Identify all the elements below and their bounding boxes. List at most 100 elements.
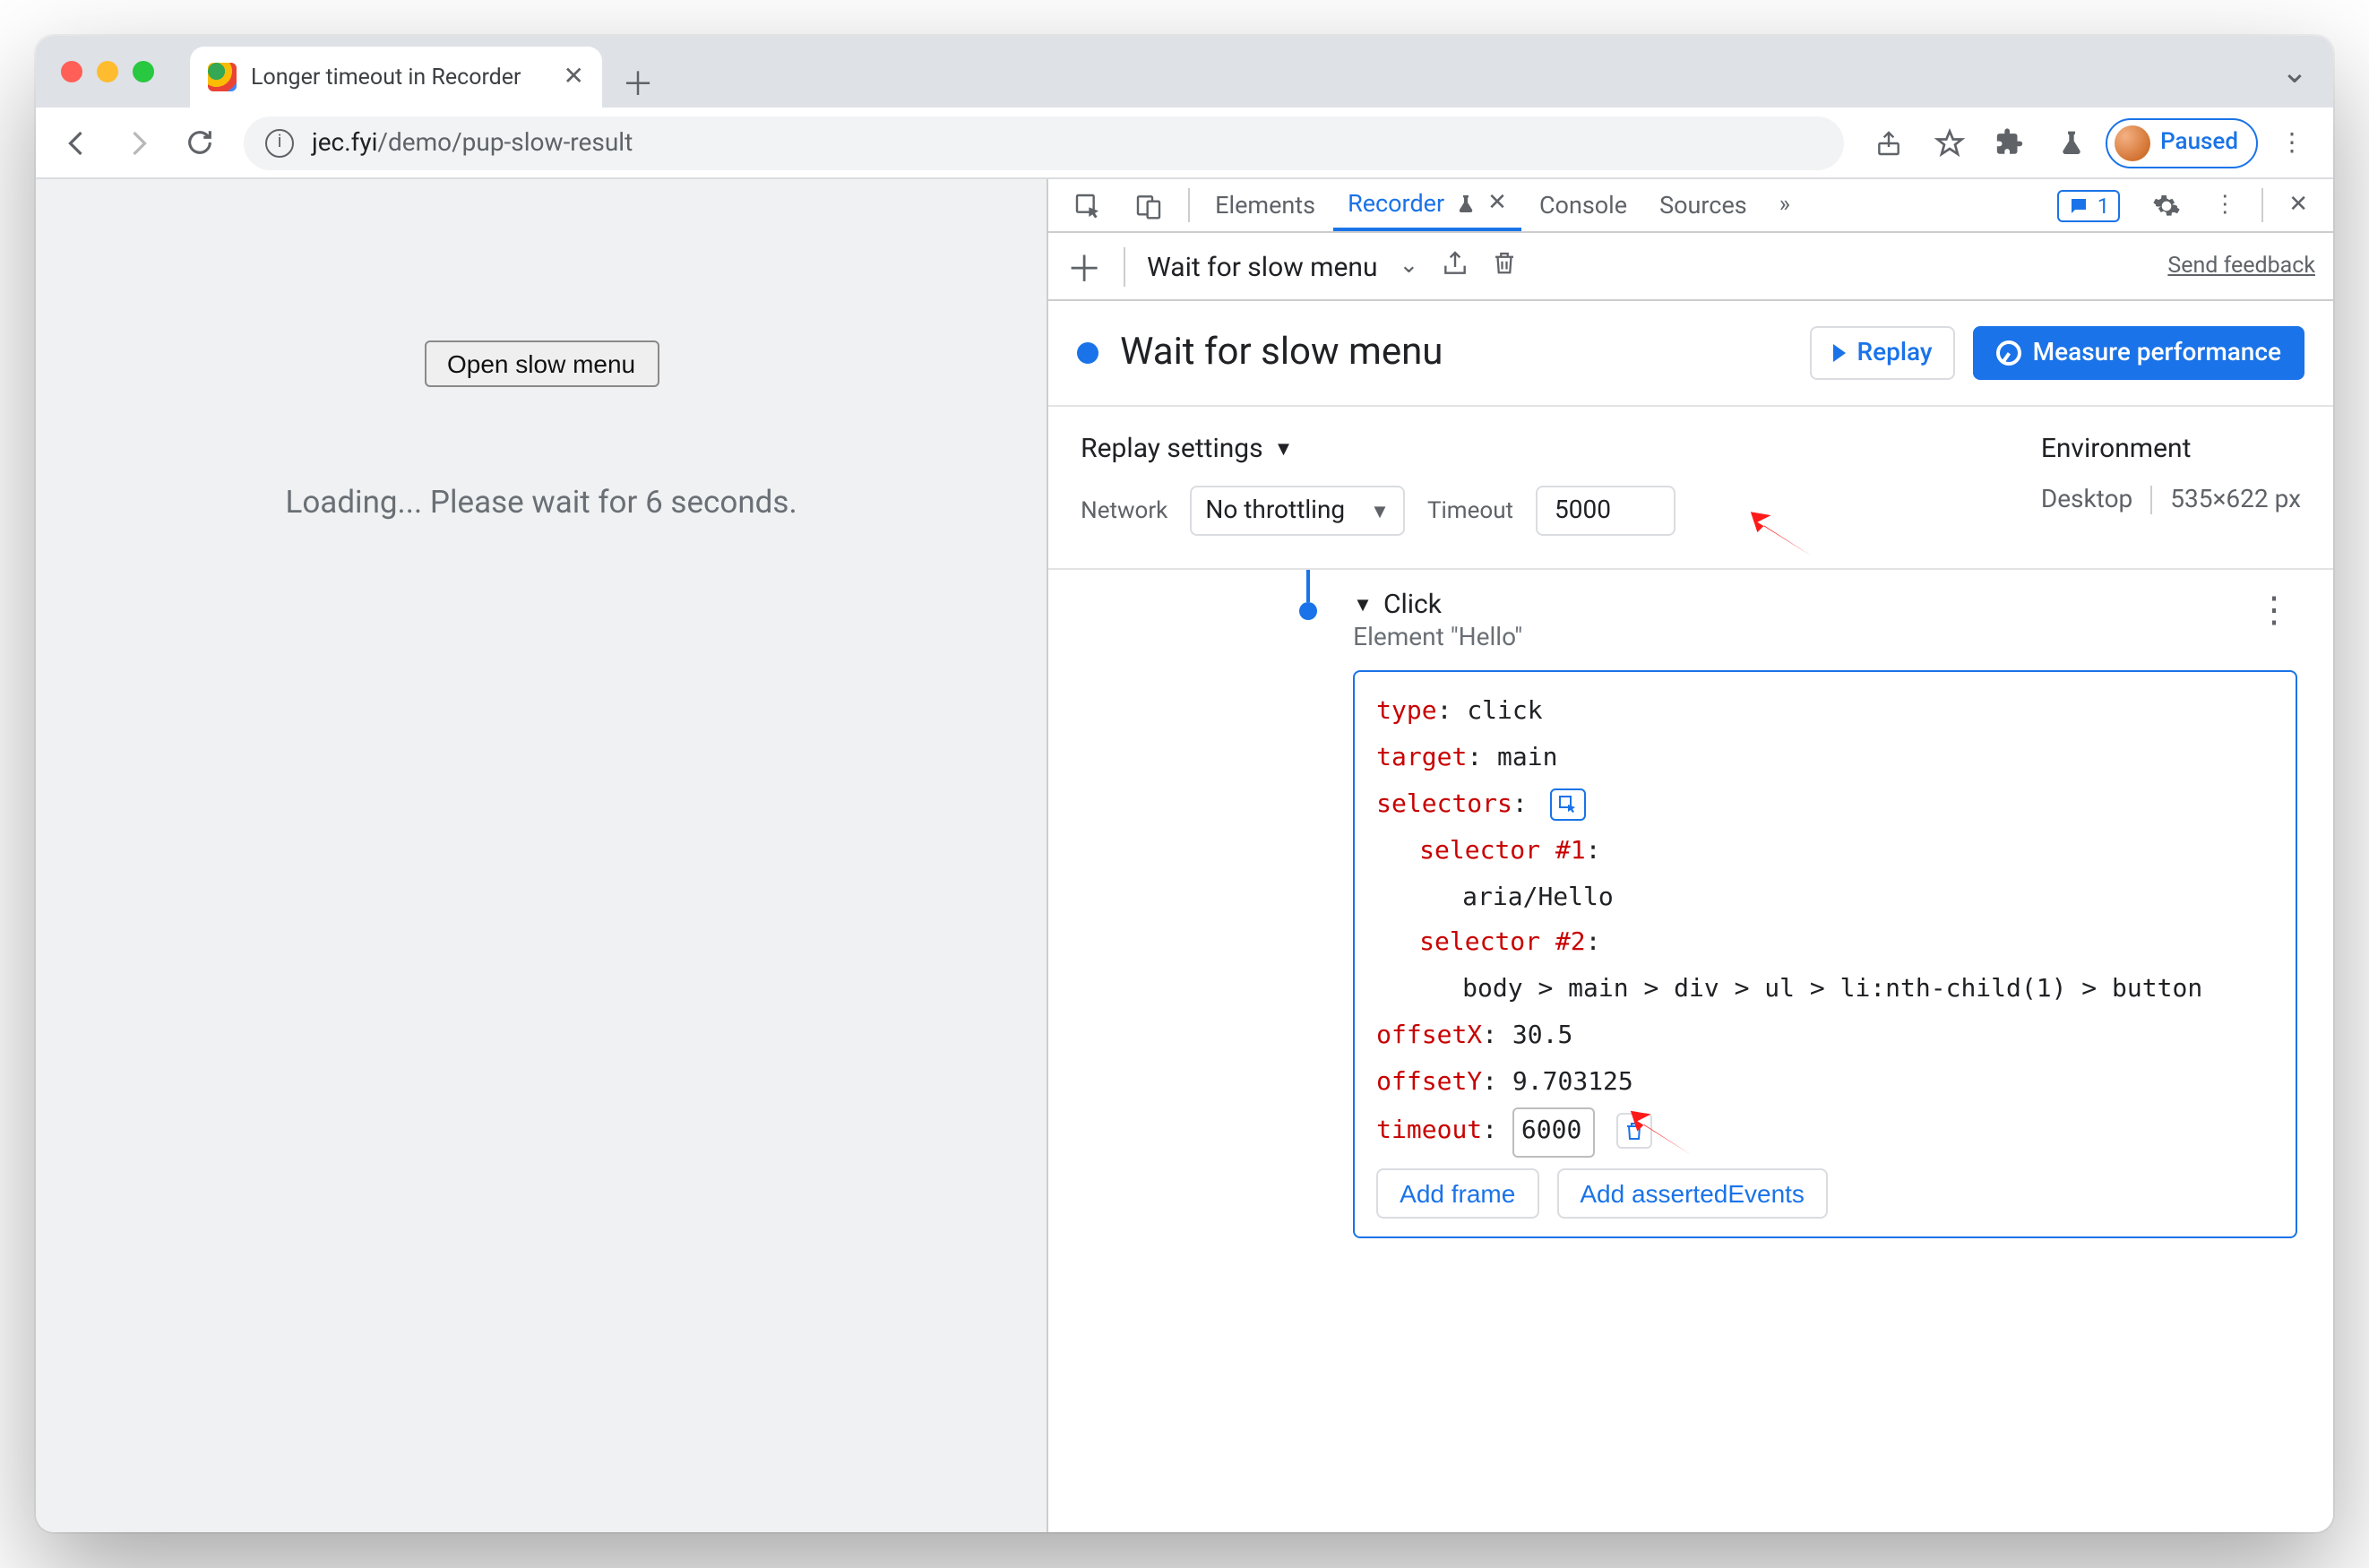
- step-kebab-icon[interactable]: ⋮: [2256, 588, 2294, 652]
- issue-icon: [2069, 194, 2090, 216]
- inspect-element-icon[interactable]: [1059, 179, 1116, 231]
- environment-title: Environment: [2041, 432, 2301, 464]
- back-button[interactable]: [50, 116, 104, 169]
- maximize-window[interactable]: [133, 61, 154, 82]
- prop-value[interactable]: 30.5: [1512, 1021, 1572, 1050]
- open-slow-menu-button[interactable]: Open slow menu: [424, 340, 659, 387]
- replay-label: Replay: [1857, 339, 1933, 367]
- step-editor: type: click target: main selectors: sele…: [1353, 670, 2297, 1238]
- prop-key: offsetY: [1376, 1068, 1482, 1097]
- add-recording-icon[interactable]: ＋: [1066, 240, 1102, 292]
- prop-value[interactable]: 9.703125: [1512, 1068, 1633, 1097]
- devtools-close-icon[interactable]: ✕: [2274, 179, 2322, 231]
- address-bar[interactable]: i jec.fyi/demo/pup-slow-result: [244, 116, 1843, 169]
- issue-count: 1: [2098, 193, 2110, 218]
- browser-tab[interactable]: Longer timeout in Recorder ✕: [190, 47, 602, 108]
- measure-performance-button[interactable]: Measure performance: [1974, 326, 2304, 380]
- loading-text: Loading... Please wait for 6 seconds.: [285, 486, 797, 521]
- tab-strip: Longer timeout in Recorder ✕ ＋ ⌄: [36, 36, 2333, 108]
- timeout-input[interactable]: [1535, 486, 1675, 536]
- step-title[interactable]: ▼ Click: [1353, 588, 1522, 620]
- selector-picker-icon[interactable]: [1550, 788, 1586, 821]
- prop-value[interactable]: aria/Hello: [1462, 883, 1614, 911]
- bookmark-star-icon[interactable]: [1922, 116, 1976, 169]
- timeline-line: [1306, 570, 1310, 602]
- prop-key: selectors: [1376, 790, 1512, 819]
- devtools-settings-icon[interactable]: [2138, 179, 2195, 231]
- env-size: 535×622 px: [2170, 486, 2301, 514]
- close-window[interactable]: [61, 61, 82, 82]
- flask-icon: [1455, 193, 1477, 214]
- delete-recording-icon[interactable]: [1490, 249, 1517, 283]
- delete-prop-icon[interactable]: [1617, 1113, 1653, 1149]
- kebab-menu-icon[interactable]: ⋮: [2265, 116, 2319, 169]
- env-device: Desktop: [2041, 486, 2132, 514]
- browser-toolbar: i jec.fyi/demo/pup-slow-result Paused ⋮: [36, 108, 2333, 179]
- reload-button[interactable]: [172, 116, 226, 169]
- extensions-icon[interactable]: [1983, 116, 2037, 169]
- tab-recorder-label: Recorder: [1348, 189, 1444, 218]
- avatar: [2114, 125, 2149, 160]
- steps-body[interactable]: ▼ Click Element "Hello" ⋮ type: click ta…: [1048, 570, 2330, 1532]
- replay-settings: Replay settings ▼ Network No throttling …: [1048, 407, 2333, 570]
- network-throttling-select[interactable]: No throttling ▼: [1189, 486, 1406, 536]
- tabs-overflow-icon[interactable]: »: [1765, 179, 1805, 231]
- export-icon[interactable]: [1440, 248, 1469, 284]
- prop-key: selector #2: [1419, 929, 1585, 958]
- tab-recorder[interactable]: Recorder ✕: [1333, 179, 1521, 231]
- recorder-header: Wait for slow menu Replay Measure perfor…: [1048, 301, 2333, 407]
- prop-key: timeout: [1376, 1116, 1482, 1145]
- prop-value[interactable]: click: [1467, 697, 1542, 726]
- labs-icon[interactable]: [2044, 116, 2098, 169]
- play-icon: [1834, 344, 1847, 362]
- step-row: ▼ Click Element "Hello" ⋮: [1048, 570, 2330, 652]
- send-feedback-link[interactable]: Send feedback: [2167, 253, 2315, 280]
- recording-name: Wait for slow menu: [1147, 250, 1377, 282]
- gauge-icon: [1997, 340, 2022, 366]
- minimize-window[interactable]: [97, 61, 118, 82]
- share-icon[interactable]: [1861, 116, 1915, 169]
- forward-button[interactable]: [111, 116, 165, 169]
- tab-sources[interactable]: Sources: [1645, 179, 1762, 231]
- prop-key: target: [1376, 744, 1467, 772]
- page-viewport: Open slow menu Loading... Please wait fo…: [36, 179, 1047, 1532]
- network-value: No throttling: [1205, 496, 1345, 525]
- network-label: Network: [1081, 497, 1167, 524]
- recording-status-dot: [1077, 342, 1098, 364]
- step-subtitle: Element "Hello": [1353, 624, 1522, 652]
- tab-overflow-icon[interactable]: ⌄: [2281, 36, 2308, 108]
- tab-title: Longer timeout in Recorder: [251, 64, 521, 90]
- timeline-dot: [1299, 602, 1317, 620]
- tab-console[interactable]: Console: [1525, 179, 1641, 231]
- site-info-icon[interactable]: i: [265, 128, 294, 157]
- prop-value[interactable]: body > main > div > ul > li:nth-child(1)…: [1462, 976, 2202, 1004]
- prop-key: selector #1: [1419, 836, 1585, 865]
- recorder-title: Wait for slow menu: [1120, 332, 1443, 375]
- replay-settings-title[interactable]: Replay settings ▼: [1081, 432, 1675, 464]
- chevron-down-icon: ▼: [1274, 436, 1294, 460]
- recorder-subbar: ＋ Wait for slow menu ⌄ Send feedback: [1048, 233, 2333, 301]
- new-tab-button[interactable]: ＋: [613, 57, 663, 108]
- devtools-kebab-icon[interactable]: ⋮: [2199, 179, 2251, 231]
- replay-button[interactable]: Replay: [1811, 326, 1956, 380]
- tab-elements[interactable]: Elements: [1201, 179, 1330, 231]
- profile-chip[interactable]: Paused: [2105, 117, 2258, 168]
- prop-key: offsetX: [1376, 1021, 1482, 1050]
- recording-dropdown-icon[interactable]: ⌄: [1400, 253, 1419, 280]
- tab-close-icon[interactable]: ✕: [564, 63, 584, 91]
- tab-recorder-close-icon[interactable]: ✕: [1487, 190, 1507, 217]
- annotation-arrow-icon: [1747, 507, 1815, 561]
- devtools-tabs: Elements Recorder ✕ Console Sources » 1: [1048, 179, 2333, 233]
- measure-label: Measure performance: [2033, 339, 2281, 367]
- issues-chip[interactable]: 1: [2044, 179, 2135, 231]
- add-asserted-events-button[interactable]: Add assertedEvents: [1556, 1168, 1828, 1219]
- timeout-label: Timeout: [1427, 497, 1513, 524]
- step-timeout-input[interactable]: [1512, 1107, 1595, 1158]
- profile-label: Paused: [2160, 129, 2238, 156]
- prop-value[interactable]: main: [1497, 744, 1557, 772]
- add-frame-button[interactable]: Add frame: [1376, 1168, 1538, 1219]
- caret-down-icon: ▼: [1370, 499, 1390, 522]
- device-toolbar-icon[interactable]: [1120, 179, 1177, 231]
- window-controls: [50, 36, 190, 108]
- browser-window: Longer timeout in Recorder ✕ ＋ ⌄ i jec.f…: [36, 36, 2333, 1532]
